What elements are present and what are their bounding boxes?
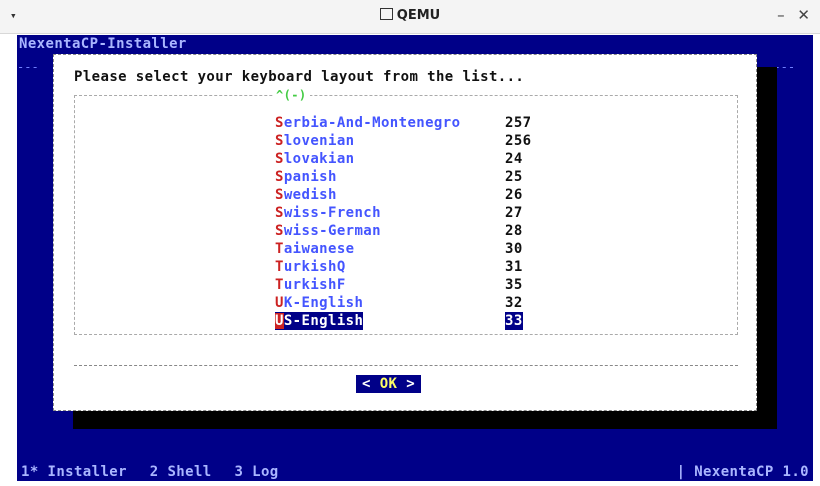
ok-button-right-arrow: > — [406, 376, 416, 392]
console-statusbar: 1* Installer 2 Shell 3 Log | NexentaCP 1… — [17, 463, 813, 481]
layout-code: 24 — [505, 151, 523, 167]
window-icon — [379, 8, 393, 20]
layout-name-rest: wedish — [283, 187, 337, 203]
keyboard-layout-dialog: Please select your keyboard layout from … — [53, 54, 757, 411]
layout-list-item[interactable]: Slovenian 256 — [75, 132, 737, 150]
layout-name-rest: S-English — [283, 313, 364, 329]
ok-button-label: OK — [379, 376, 398, 392]
layout-name-rest: K-English — [283, 295, 364, 311]
header-rule-left: --- — [17, 60, 39, 74]
layout-hotkey: S — [275, 151, 284, 167]
layout-name: Spanish — [275, 168, 337, 186]
layout-hotkey: S — [275, 169, 284, 185]
dialog-separator — [74, 365, 738, 366]
layout-hotkey: S — [275, 205, 284, 221]
layout-name: Swiss-French — [275, 204, 381, 222]
layout-code: 27 — [505, 205, 523, 221]
layout-list-item[interactable]: TurkishQ 31 — [75, 258, 737, 276]
layout-name-rest: urkishF — [283, 277, 346, 293]
layout-code: 256 — [505, 133, 532, 149]
layout-name: US-English — [275, 312, 364, 330]
layout-code: 35 — [505, 277, 523, 293]
layout-code: 31 — [505, 259, 523, 275]
layout-list-box: ^(-) Serbia-And-Montenegro 257 Slovenian 25… — [74, 88, 738, 335]
layout-hotkey: S — [275, 115, 284, 131]
layout-name-rest: panish — [283, 169, 337, 185]
layout-list-item[interactable]: UK-English 32 — [75, 294, 737, 312]
layout-name: Taiwanese — [275, 240, 354, 258]
window-titlebar: ▾ QEMU – ✕ — [0, 0, 820, 34]
layout-code: 25 — [505, 169, 523, 185]
window-title-text: QEMU — [396, 8, 441, 23]
window-controls: – ✕ — [769, 6, 810, 24]
layout-list-item[interactable]: Swiss-French 27 — [75, 204, 737, 222]
close-icon[interactable]: ✕ — [797, 6, 810, 24]
layout-code: 257 — [505, 115, 532, 131]
layout-hotkey: S — [275, 187, 284, 203]
statusbar-tabs: 1* Installer 2 Shell 3 Log — [21, 463, 293, 481]
layout-name: Slovakian — [275, 150, 354, 168]
minimize-icon[interactable]: – — [777, 6, 785, 24]
layout-code: 28 — [505, 223, 523, 239]
layout-name: Swiss-German — [275, 222, 381, 240]
layout-list-item[interactable]: Swiss-German 28 — [75, 222, 737, 240]
layout-code: 30 — [505, 241, 523, 257]
layout-hotkey: T — [275, 259, 284, 275]
layout-list-item[interactable]: Serbia-And-Montenegro 257 — [75, 114, 737, 132]
dialog-shadow-bottom — [73, 411, 777, 429]
layout-name-rest: urkishQ — [283, 259, 346, 275]
ok-button[interactable]: < OK > — [356, 375, 422, 393]
layout-name-rest: erbia-And-Montenegro — [283, 115, 461, 131]
statusbar-tab-log[interactable]: 3 Log — [234, 464, 278, 480]
window-title: QEMU — [0, 8, 820, 23]
layout-code: 26 — [505, 187, 523, 203]
layout-hotkey: T — [275, 241, 284, 257]
layout-list-item[interactable]: US-English 33 — [75, 312, 737, 330]
installer-header: NexentaCP-Installer — [19, 36, 187, 52]
layout-list-item[interactable]: Swedish 26 — [75, 186, 737, 204]
layout-hotkey: U — [275, 313, 284, 329]
layout-list-item[interactable]: Spanish 25 — [75, 168, 737, 186]
dialog-prompt: Please select your keyboard layout from … — [74, 69, 525, 85]
layout-hotkey: S — [275, 133, 284, 149]
dialog-shadow-right — [757, 67, 777, 427]
layout-list-item[interactable]: Slovakian 24 — [75, 150, 737, 168]
layout-name-rest: lovakian — [283, 151, 355, 167]
layout-name: TurkishQ — [275, 258, 346, 276]
statusbar-tab-shell[interactable]: 2 Shell — [150, 464, 212, 480]
ok-button-left-arrow: < — [362, 376, 371, 392]
console-screen: NexentaCP-Installer --- ----- Please sel… — [17, 35, 813, 481]
layout-hotkey: S — [275, 223, 284, 239]
layout-name-rest: aiwanese — [283, 241, 355, 257]
layout-name-rest: wiss-French — [283, 205, 381, 221]
layout-code: 32 — [505, 295, 523, 311]
layout-code: 33 — [505, 312, 523, 330]
layout-name: TurkishF — [275, 276, 346, 294]
layout-name-rest: wiss-German — [283, 223, 381, 239]
statusbar-tab-installer[interactable]: 1* Installer — [21, 464, 127, 480]
statusbar-version: | NexentaCP 1.0 — [676, 464, 809, 480]
layout-list-item[interactable]: Taiwanese 30 — [75, 240, 737, 258]
layout-name: UK-English — [275, 294, 363, 312]
layout-hotkey: U — [275, 295, 284, 311]
layout-name-rest: lovenian — [283, 133, 355, 149]
layout-name: Swedish — [275, 186, 337, 204]
layout-list-item[interactable]: TurkishF 35 — [75, 276, 737, 294]
layout-hotkey: T — [275, 277, 284, 293]
layout-name: Slovenian — [275, 132, 354, 150]
layout-name: Serbia-And-Montenegro — [275, 114, 460, 132]
scroll-up-indicator: ^(-) — [273, 88, 310, 102]
